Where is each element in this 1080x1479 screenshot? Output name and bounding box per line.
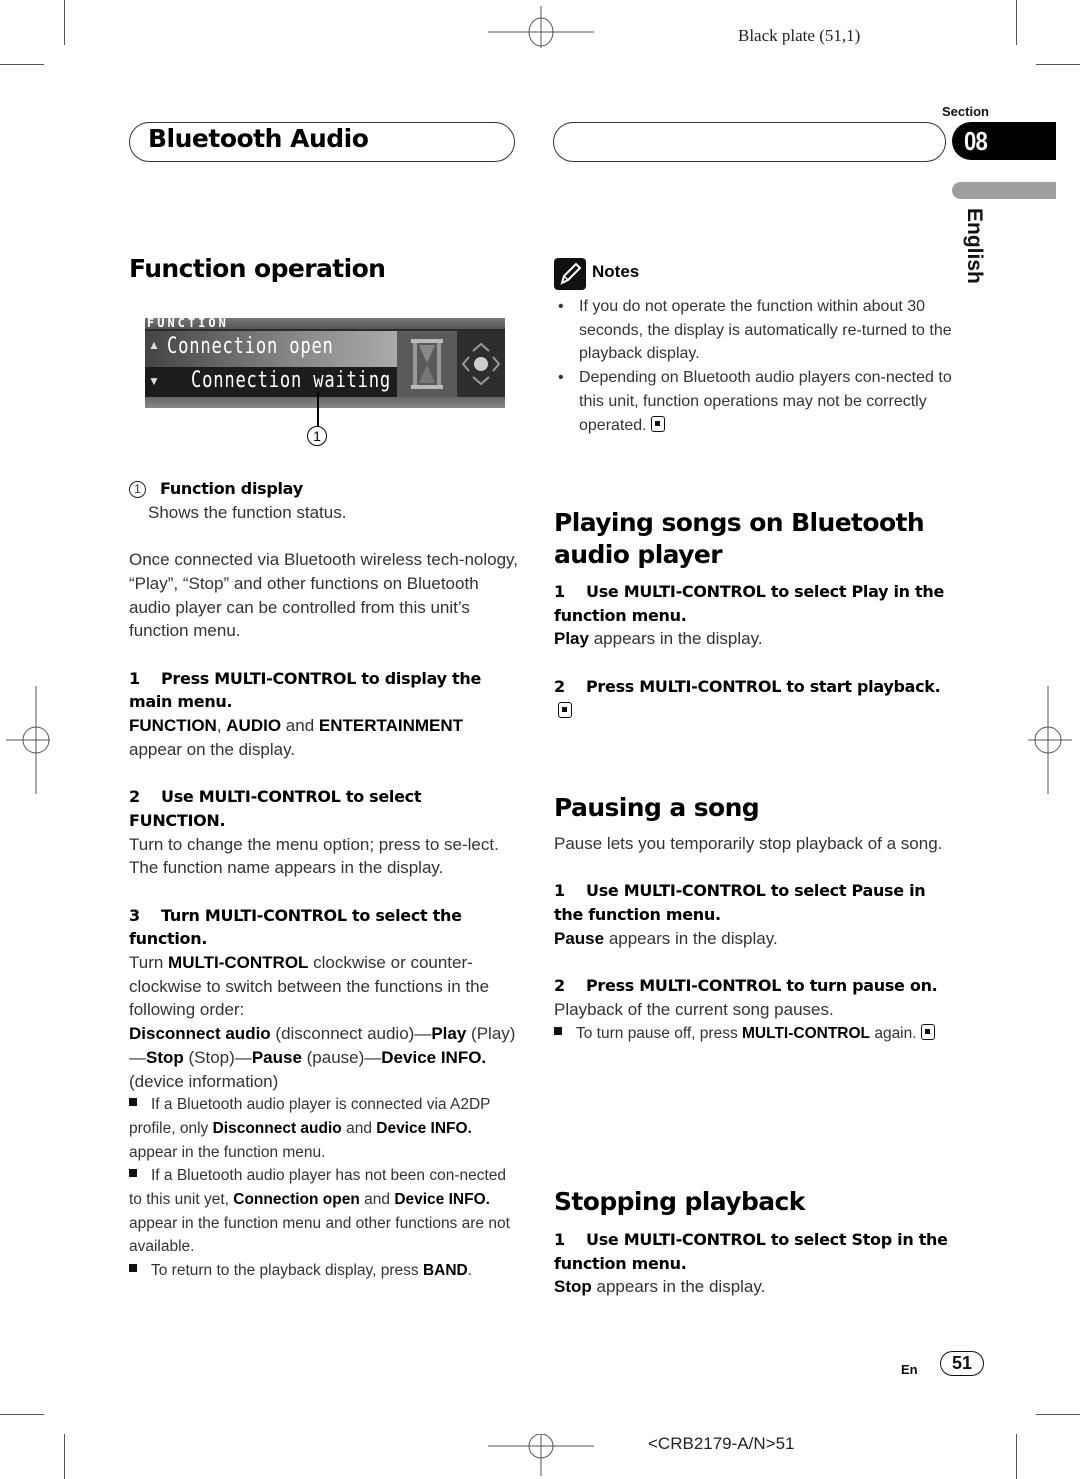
step-2-title: 2 Use MULTI-CONTROL to select FUNCTION. <box>129 787 422 830</box>
down-arrow-icon: ▼ <box>148 374 160 388</box>
bullet-square-icon <box>129 1169 137 1178</box>
registration-mark-bottom <box>488 1434 594 1476</box>
crop-mark <box>0 64 44 65</box>
blank-title-pill <box>553 122 946 162</box>
end-mark-icon <box>650 415 665 432</box>
hourglass-icon <box>397 331 457 397</box>
legend-title: Function display <box>160 479 303 498</box>
pause-step-2-desc: Playback of the current song pauses. <box>554 999 834 1019</box>
bullet-square-icon <box>129 1264 137 1273</box>
up-arrow-icon: ▲ <box>148 338 160 352</box>
pausing-section: Pause lets you temporarily stop playback… <box>554 832 949 1045</box>
registration-mark-top <box>488 6 594 48</box>
notes-list: If you do not operate the function withi… <box>554 295 954 437</box>
play-step-1-desc: Play appears in the display. <box>554 629 763 649</box>
note-not-connected: If a Bluetooth audio player has not been… <box>129 1167 510 1256</box>
chapter-title: Bluetooth Audio <box>148 124 369 153</box>
legend-description: Shows the function status. <box>148 502 347 522</box>
registration-mark-left <box>6 686 50 794</box>
end-mark-icon <box>920 1023 935 1040</box>
language-tab <box>952 182 1056 199</box>
step-3-title: 3 Turn MULTI-CONTROL to select the functi… <box>129 905 462 949</box>
end-mark-icon <box>558 701 572 718</box>
callout-line <box>317 392 319 426</box>
pause-step-1-title: 1 Use MULTI-CONTROL to select Pause in th… <box>554 881 926 925</box>
language-label: English <box>963 208 986 284</box>
left-column: 1 Function display Shows the function sta… <box>129 477 519 1283</box>
pause-step-1-desc: Pause appears in the display. <box>554 928 778 948</box>
crop-mark <box>64 1434 65 1479</box>
note-item: If you do not operate the function withi… <box>554 295 954 366</box>
stop-step-1-desc: Stop appears in the display. <box>554 1277 766 1297</box>
function-order: Disconnect audio (disconnect audio)—Play… <box>129 1024 516 1091</box>
crop-mark <box>1016 0 1017 45</box>
crop-mark <box>1036 64 1080 65</box>
play-step-2-title: 2 Press MULTI-CONTROL to start playback. <box>554 675 949 722</box>
plate-label: Black plate (51,1) <box>738 26 861 45</box>
bullet-square-icon <box>554 1026 562 1035</box>
section-number: 08 <box>964 126 988 156</box>
language-code: En <box>901 1362 918 1377</box>
playing-section: 1 Use MULTI-CONTROL to select Play in the… <box>554 580 949 722</box>
intro-paragraph: Once connected via Bluetooth wireless te… <box>129 550 519 641</box>
display-line-2: Connection waiting <box>191 368 392 393</box>
crop-mark <box>1036 1414 1080 1415</box>
pausing-intro: Pause lets you temporarily stop playback… <box>554 834 943 853</box>
bullet-square-icon <box>129 1098 137 1107</box>
pause-step-2-title: 2 Press MULTI-CONTROL to turn pause on. <box>554 976 938 996</box>
display-header-text: FUNCTION <box>147 318 229 330</box>
pencil-icon <box>554 258 586 290</box>
step-2-desc-2: The function name appears in the display… <box>129 858 444 878</box>
step-3-desc: Turn MULTI-CONTROL clockwise or counter-… <box>129 953 490 1020</box>
page-number: 51 <box>940 1351 984 1376</box>
playing-songs-title: Playing songs on Bluetooth audio player <box>554 508 925 569</box>
legend-item: 1 Function display <box>129 477 519 501</box>
crop-mark <box>0 1414 44 1415</box>
crop-mark <box>64 0 65 45</box>
play-step-1-title: 1 Use MULTI-CONTROL to select Play in the… <box>554 582 945 625</box>
pausing-song-title: Pausing a song <box>554 793 760 822</box>
multi-control-pad-icon <box>457 331 505 397</box>
registration-mark-right <box>1028 686 1072 794</box>
legend-number: 1 <box>129 481 146 498</box>
callout-number: 1 <box>307 426 327 446</box>
note-return: To return to the playback display, press… <box>129 1259 519 1283</box>
notes-label: Notes <box>592 262 640 281</box>
step-2-desc-1: Turn to change the menu option; press to… <box>129 834 499 854</box>
note-item: Depending on Bluetooth audio players con… <box>554 366 954 437</box>
stop-step-1-title: 1 Use MULTI-CONTROL to select Stop in the… <box>554 1230 948 1273</box>
function-operation-title: Function operation <box>129 254 386 283</box>
section-label: Section <box>942 104 989 119</box>
crop-mark <box>1016 1434 1017 1479</box>
note-a2dp: If a Bluetooth audio player is connected… <box>129 1096 491 1161</box>
step-1-desc: FUNCTION, AUDIO and ENTERTAINMENT appear… <box>129 716 464 759</box>
stopping-section: 1 Use MULTI-CONTROL to select Stop in the… <box>554 1228 949 1299</box>
display-footer-bar <box>145 397 505 408</box>
stopping-playback-title: Stopping playback <box>554 1187 805 1216</box>
function-display-image: FUNCTION ▲ ▼ Connection open Connection … <box>145 318 505 408</box>
document-code: <CRB2179-A/N>51 <box>648 1434 795 1453</box>
display-line-1: Connection open <box>167 334 334 359</box>
step-1-title: 1 Press MULTI-CONTROL to display the main… <box>129 668 481 712</box>
pause-tip: To turn pause off, press MULTI-CONTROL a… <box>554 1022 949 1046</box>
